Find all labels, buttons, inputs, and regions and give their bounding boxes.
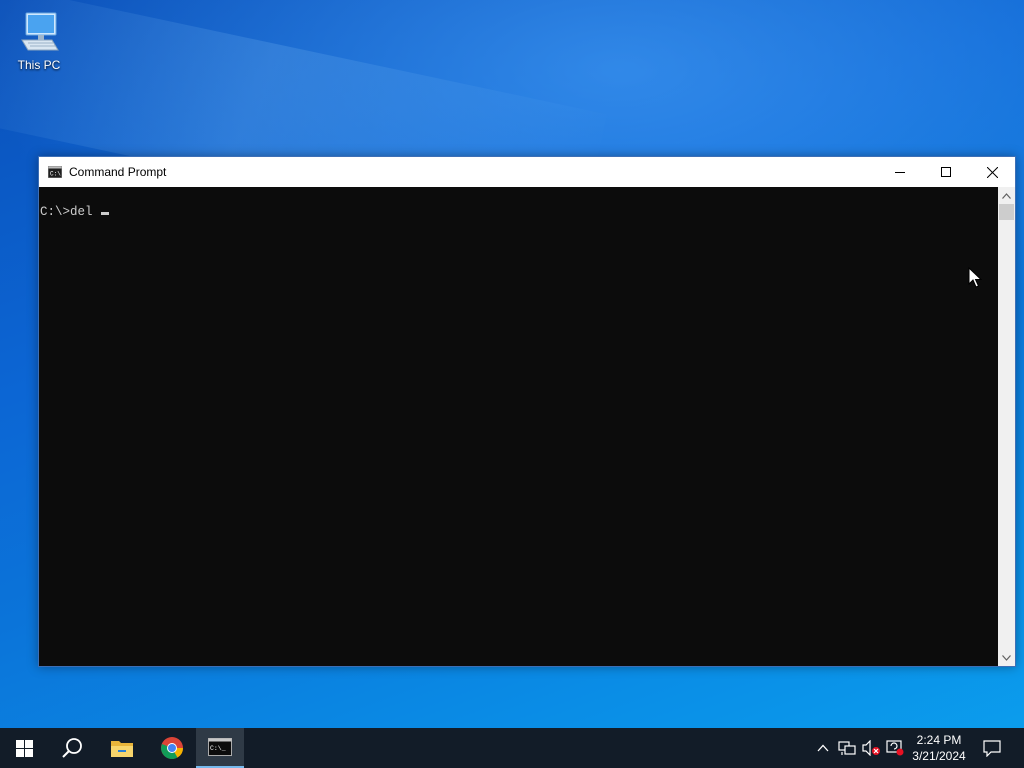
start-button[interactable]	[0, 728, 48, 768]
windows-icon	[15, 739, 33, 757]
mouse-pointer-icon	[968, 267, 982, 288]
security-icon	[886, 740, 904, 756]
svg-text:C:\_: C:\_	[210, 745, 226, 752]
scroll-up-button[interactable]	[998, 187, 1015, 204]
chevron-down-icon	[1002, 654, 1011, 661]
maximize-icon	[941, 167, 951, 177]
scroll-down-button[interactable]	[998, 649, 1015, 666]
console-output[interactable]: C:\>del	[39, 187, 999, 666]
chevron-up-icon	[1002, 192, 1011, 199]
notification-icon	[983, 739, 1001, 757]
show-hidden-icons-button[interactable]	[814, 728, 832, 768]
minimize-button[interactable]	[877, 157, 923, 187]
command-prompt-taskbar-button[interactable]: C:\_	[196, 728, 244, 768]
clock-time: 2:24 PM	[916, 733, 962, 747]
clock-date: 3/21/2024	[912, 749, 966, 763]
minimize-icon	[895, 172, 905, 173]
close-icon	[986, 166, 998, 178]
console-command: del	[70, 205, 101, 219]
notification-center-button[interactable]	[978, 728, 1006, 768]
network-tray-button[interactable]	[836, 728, 858, 768]
text-cursor	[101, 212, 110, 215]
svg-text:C:\: C:\	[50, 171, 61, 178]
folder-icon	[111, 741, 133, 757]
chrome-button[interactable]	[148, 728, 196, 768]
console-prompt: C:\>	[40, 205, 71, 219]
taskbar: C:\_ 2:24 PM 3/21/2024	[0, 728, 1024, 768]
scrollbar-thumb[interactable]	[999, 204, 1014, 220]
desktop-icon-label: This PC	[17, 58, 61, 72]
search-button[interactable]	[48, 728, 96, 768]
security-tray-button[interactable]	[884, 728, 906, 768]
maximize-button[interactable]	[923, 157, 969, 187]
volume-muted-icon	[862, 740, 880, 756]
close-button[interactable]	[969, 157, 1015, 187]
network-icon	[838, 741, 856, 755]
search-icon	[62, 738, 82, 758]
chrome-icon	[161, 737, 183, 759]
volume-tray-button[interactable]	[860, 728, 882, 768]
clock[interactable]: 2:24 PM 3/21/2024	[904, 732, 974, 764]
cmd-icon: C:\	[48, 166, 62, 178]
command-prompt-window[interactable]: C:\ Command Prompt C:\>del	[38, 156, 1016, 667]
computer-icon	[21, 12, 59, 51]
window-title: Command Prompt	[69, 165, 167, 179]
title-bar[interactable]: C:\ Command Prompt	[39, 157, 1015, 187]
file-explorer-button[interactable]	[98, 728, 146, 768]
chevron-up-icon	[817, 744, 829, 752]
vertical-scrollbar[interactable]	[998, 187, 1015, 666]
desktop-icon-this-pc[interactable]: This PC	[8, 8, 70, 72]
command-line: C:\>del	[40, 205, 110, 219]
cmd-icon: C:\_	[208, 738, 232, 756]
